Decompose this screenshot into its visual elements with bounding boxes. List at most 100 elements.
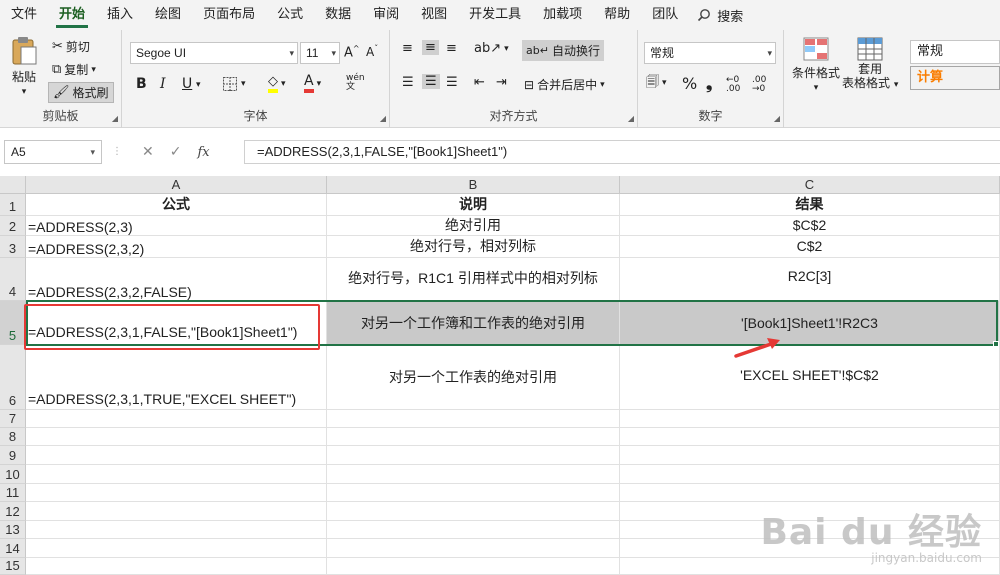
underline-dropdown-icon[interactable]: ▾: [196, 80, 201, 90]
tab-team[interactable]: 团队: [641, 0, 689, 30]
cell-a5[interactable]: =ADDRESS(2,3,1,FALSE,"[Book1]Sheet1"): [26, 301, 327, 345]
tab-data[interactable]: 数据: [314, 0, 362, 30]
empty-cell[interactable]: [327, 558, 620, 575]
align-middle-button[interactable]: ≡: [422, 40, 439, 55]
align-right-button[interactable]: ☰: [446, 76, 458, 89]
empty-cell[interactable]: [26, 484, 327, 502]
merge-center-button[interactable]: ⊟ 合并后居中 ▾: [524, 76, 605, 93]
tab-insert[interactable]: 插入: [96, 0, 144, 30]
empty-cell[interactable]: [26, 521, 327, 539]
align-bottom-button[interactable]: ≡: [446, 42, 457, 55]
number-format-select[interactable]: 常规 ▾: [644, 42, 776, 64]
orientation-button[interactable]: ab↗ ▾: [474, 42, 509, 55]
row-header-14[interactable]: 14: [0, 539, 26, 558]
empty-cell[interactable]: [26, 558, 327, 575]
column-header-a[interactable]: A: [26, 176, 327, 194]
cell-b5[interactable]: 对另一个工作簿和工作表的绝对引用: [327, 301, 620, 345]
empty-cell[interactable]: [327, 410, 620, 428]
row-header-9[interactable]: 9: [0, 446, 26, 465]
tab-addins[interactable]: 加载项: [532, 0, 593, 30]
cell-c4[interactable]: R2C[3]: [620, 258, 1000, 301]
tab-developer[interactable]: 开发工具: [458, 0, 532, 30]
empty-cell[interactable]: [327, 428, 620, 446]
cell-b6[interactable]: 对另一个工作表的绝对引用: [327, 345, 620, 410]
tab-page-layout[interactable]: 页面布局: [192, 0, 266, 30]
tab-file[interactable]: 文件: [0, 0, 48, 30]
cell-a3[interactable]: =ADDRESS(2,3,2): [26, 236, 327, 258]
tab-review[interactable]: 审阅: [362, 0, 410, 30]
empty-cell[interactable]: [327, 484, 620, 502]
align-left-button[interactable]: ☰: [402, 76, 414, 89]
alignment-launcher-icon[interactable]: ◢: [628, 114, 634, 123]
row-header-13[interactable]: 13: [0, 521, 26, 539]
formula-input[interactable]: =ADDRESS(2,3,1,FALSE,"[Book1]Sheet1"): [244, 140, 1000, 164]
row-header-1[interactable]: 1: [0, 194, 26, 216]
font-color-button[interactable]: A ▾: [304, 74, 321, 93]
font-launcher-icon[interactable]: ◢: [380, 114, 386, 123]
conditional-format-button[interactable]: 条件格式 ▾: [792, 36, 840, 93]
empty-cell[interactable]: [26, 428, 327, 446]
row-header-15[interactable]: 15: [0, 558, 26, 575]
column-header-c[interactable]: C: [620, 176, 1000, 194]
percent-button[interactable]: %: [682, 74, 697, 93]
empty-cell[interactable]: [620, 446, 1000, 465]
font-size-select[interactable]: 11 ▾: [300, 42, 340, 64]
fill-handle[interactable]: [993, 341, 999, 347]
enter-icon[interactable]: ✓: [170, 144, 182, 160]
empty-cell[interactable]: [327, 521, 620, 539]
insert-function-icon[interactable]: fx: [197, 145, 209, 160]
select-all-corner[interactable]: [0, 176, 26, 194]
phonetic-button[interactable]: wén 文: [346, 74, 365, 92]
cut-button[interactable]: ✂ 剪切: [52, 38, 90, 55]
cell-c3[interactable]: C$2: [620, 236, 1000, 258]
row-header-6[interactable]: 6: [0, 345, 26, 410]
empty-cell[interactable]: [327, 446, 620, 465]
empty-cell[interactable]: [26, 410, 327, 428]
comma-style-button[interactable]: ❟: [706, 74, 712, 94]
wrap-text-button[interactable]: ab↵ 自动换行: [522, 40, 604, 61]
font-name-select[interactable]: Segoe UI ▾: [130, 42, 298, 64]
row-header-4[interactable]: 4: [0, 258, 26, 301]
tab-help[interactable]: 帮助: [593, 0, 641, 30]
tab-home[interactable]: 开始: [48, 0, 96, 30]
format-as-table-button[interactable]: 套用 表格格式 ▾: [842, 36, 898, 92]
empty-cell[interactable]: [620, 502, 1000, 521]
row-header-10[interactable]: 10: [0, 465, 26, 484]
decrease-decimal-button[interactable]: .00 →0: [752, 76, 766, 94]
empty-cell[interactable]: [620, 558, 1000, 575]
accounting-format-button[interactable]: 🗐 ▾: [646, 76, 667, 89]
format-painter-button[interactable]: 🖌 格式刷: [48, 82, 114, 103]
more-options-icon[interactable]: ⋮: [112, 146, 122, 157]
row-header-8[interactable]: 8: [0, 428, 26, 446]
empty-cell[interactable]: [327, 502, 620, 521]
borders-button[interactable]: ▾: [222, 76, 246, 92]
row-header-12[interactable]: 12: [0, 502, 26, 521]
style-normal[interactable]: 常规: [910, 40, 1000, 64]
increase-indent-button[interactable]: ⇥: [496, 76, 507, 89]
align-center-button[interactable]: ☰: [422, 74, 440, 89]
cell-a4[interactable]: =ADDRESS(2,3,2,FALSE): [26, 258, 327, 301]
name-box[interactable]: A5 ▾: [4, 140, 102, 164]
cell-c6[interactable]: 'EXCEL SHEET'!$C$2: [620, 345, 1000, 410]
style-calculation[interactable]: 计算: [910, 66, 1000, 90]
empty-cell[interactable]: [620, 539, 1000, 558]
row-header-2[interactable]: 2: [0, 216, 26, 236]
paste-button[interactable]: 粘贴 ▾: [10, 36, 38, 97]
empty-cell[interactable]: [620, 484, 1000, 502]
empty-cell[interactable]: [26, 539, 327, 558]
empty-cell[interactable]: [26, 502, 327, 521]
decrease-font-button[interactable]: Aˇ: [366, 44, 378, 59]
clipboard-launcher-icon[interactable]: ◢: [112, 114, 118, 123]
cell-b1[interactable]: 说明: [327, 194, 620, 216]
empty-cell[interactable]: [26, 465, 327, 484]
cancel-icon[interactable]: ✕: [142, 144, 154, 160]
row-header-3[interactable]: 3: [0, 236, 26, 258]
italic-button[interactable]: I: [160, 76, 166, 92]
empty-cell[interactable]: [26, 446, 327, 465]
increase-font-button[interactable]: A^: [344, 44, 360, 60]
cell-c5[interactable]: '[Book1]Sheet1'!R2C3: [620, 301, 1000, 345]
underline-button[interactable]: U: [182, 76, 192, 92]
tab-view[interactable]: 视图: [410, 0, 458, 30]
cell-c2[interactable]: $C$2: [620, 216, 1000, 236]
increase-decimal-button[interactable]: ←0.00: [726, 76, 740, 94]
